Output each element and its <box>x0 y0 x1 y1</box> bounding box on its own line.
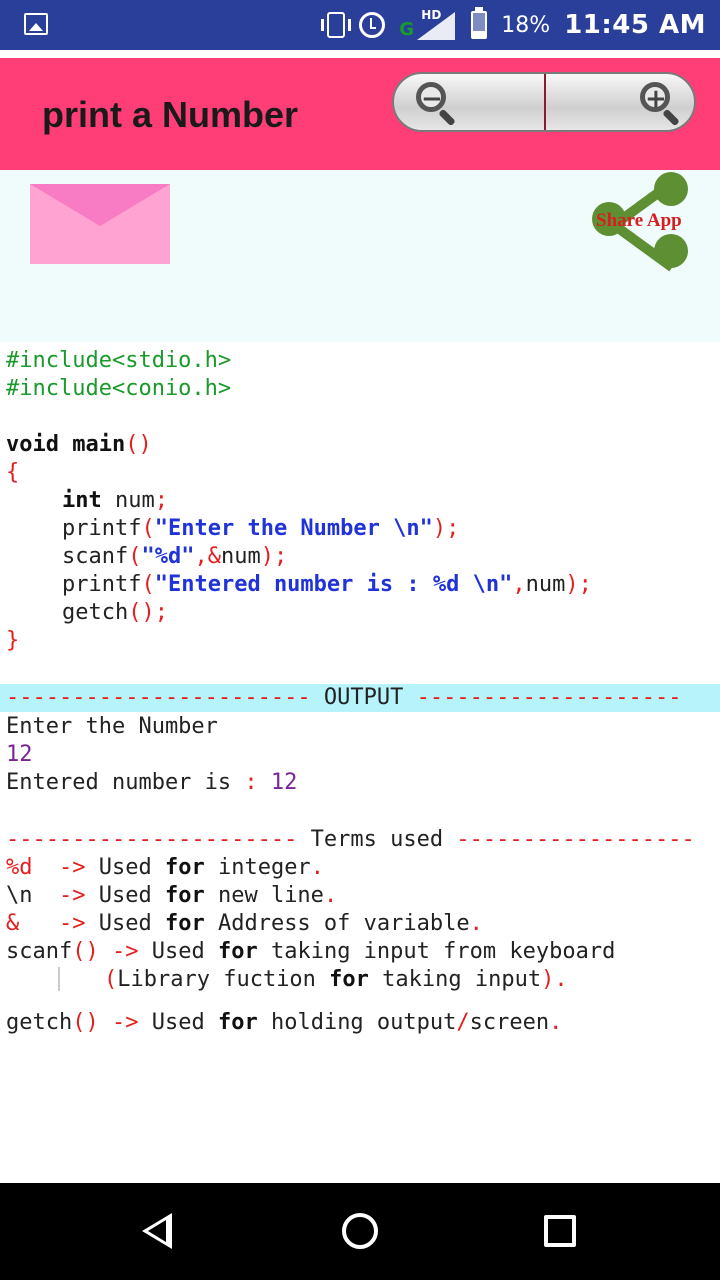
output-line: Entered number is : 12 <box>6 770 298 795</box>
alarm-icon <box>359 12 386 38</box>
term-line: (Library fuction for taking input). <box>104 967 568 992</box>
share-node-icon <box>654 172 688 206</box>
signal-icon: G HD <box>399 8 457 40</box>
indent-guide <box>58 967 60 991</box>
code-line: int num; <box>62 488 168 513</box>
share-app-button[interactable]: Share App <box>588 170 698 272</box>
term-line: \n -> Used for new line. <box>6 883 338 908</box>
share-node-icon <box>654 234 688 268</box>
divider <box>0 50 720 58</box>
zoom-in-icon: + <box>640 82 670 114</box>
code-line: #include<conio.h> <box>6 376 232 401</box>
code-line: { <box>6 460 20 485</box>
term-line: & -> Used for Address of variable. <box>6 911 483 936</box>
code-line: } <box>6 628 20 653</box>
share-app-label: Share App <box>596 210 682 231</box>
code-line: printf("Enter the Number \n"); <box>62 516 460 541</box>
code-line: getch(); <box>62 600 168 625</box>
recent-apps-icon[interactable] <box>544 1215 576 1247</box>
zoom-in-button[interactable]: + <box>546 74 694 130</box>
code-view: #include<stdio.h> #include<conio.h> void… <box>0 342 720 1067</box>
output-line: Enter the Number <box>6 714 218 739</box>
term-line: scanf() -> Used for taking input from ke… <box>6 939 616 964</box>
code-line: scanf("%d",&num); <box>62 544 288 569</box>
zoom-out-button[interactable]: − <box>394 74 544 130</box>
hd-label: HD <box>421 8 442 22</box>
output-separator: ----------------------- OUTPUT ---------… <box>6 685 682 710</box>
image-notification-icon <box>24 13 48 35</box>
mail-icon[interactable] <box>30 184 170 264</box>
terms-separator: ---------------------- Terms used ------… <box>6 827 695 852</box>
navigation-bar <box>0 1183 720 1280</box>
action-panel: Share App <box>0 170 720 342</box>
code-line: printf("Entered number is : %d \n",num); <box>62 572 592 597</box>
back-icon[interactable] <box>142 1213 172 1249</box>
status-bar: G HD 18% 11:45 AM <box>0 0 720 50</box>
zoom-in-handle <box>662 108 680 127</box>
battery-percent: 18% <box>501 12 551 38</box>
code-line: void main() <box>6 432 152 457</box>
network-type: G <box>399 19 415 40</box>
output-line: 12 <box>6 742 33 767</box>
vibrate-icon <box>321 12 352 38</box>
content-bottom <box>0 1067 720 1183</box>
battery-icon <box>471 7 488 39</box>
code-line: #include<stdio.h> <box>6 348 232 373</box>
app-bar: print a Number − + <box>0 58 720 170</box>
zoom-out-handle <box>438 108 456 127</box>
term-line: getch() -> Used for holding output/scree… <box>6 1010 563 1035</box>
term-line: %d -> Used for integer. <box>6 855 324 880</box>
page-title: print a Number <box>42 94 299 135</box>
zoom-controls: − + <box>392 72 696 132</box>
zoom-out-icon: − <box>416 82 446 114</box>
status-icons: G HD 18% 11:45 AM <box>321 0 706 50</box>
home-icon[interactable] <box>342 1213 378 1249</box>
clock: 11:45 AM <box>564 10 706 40</box>
